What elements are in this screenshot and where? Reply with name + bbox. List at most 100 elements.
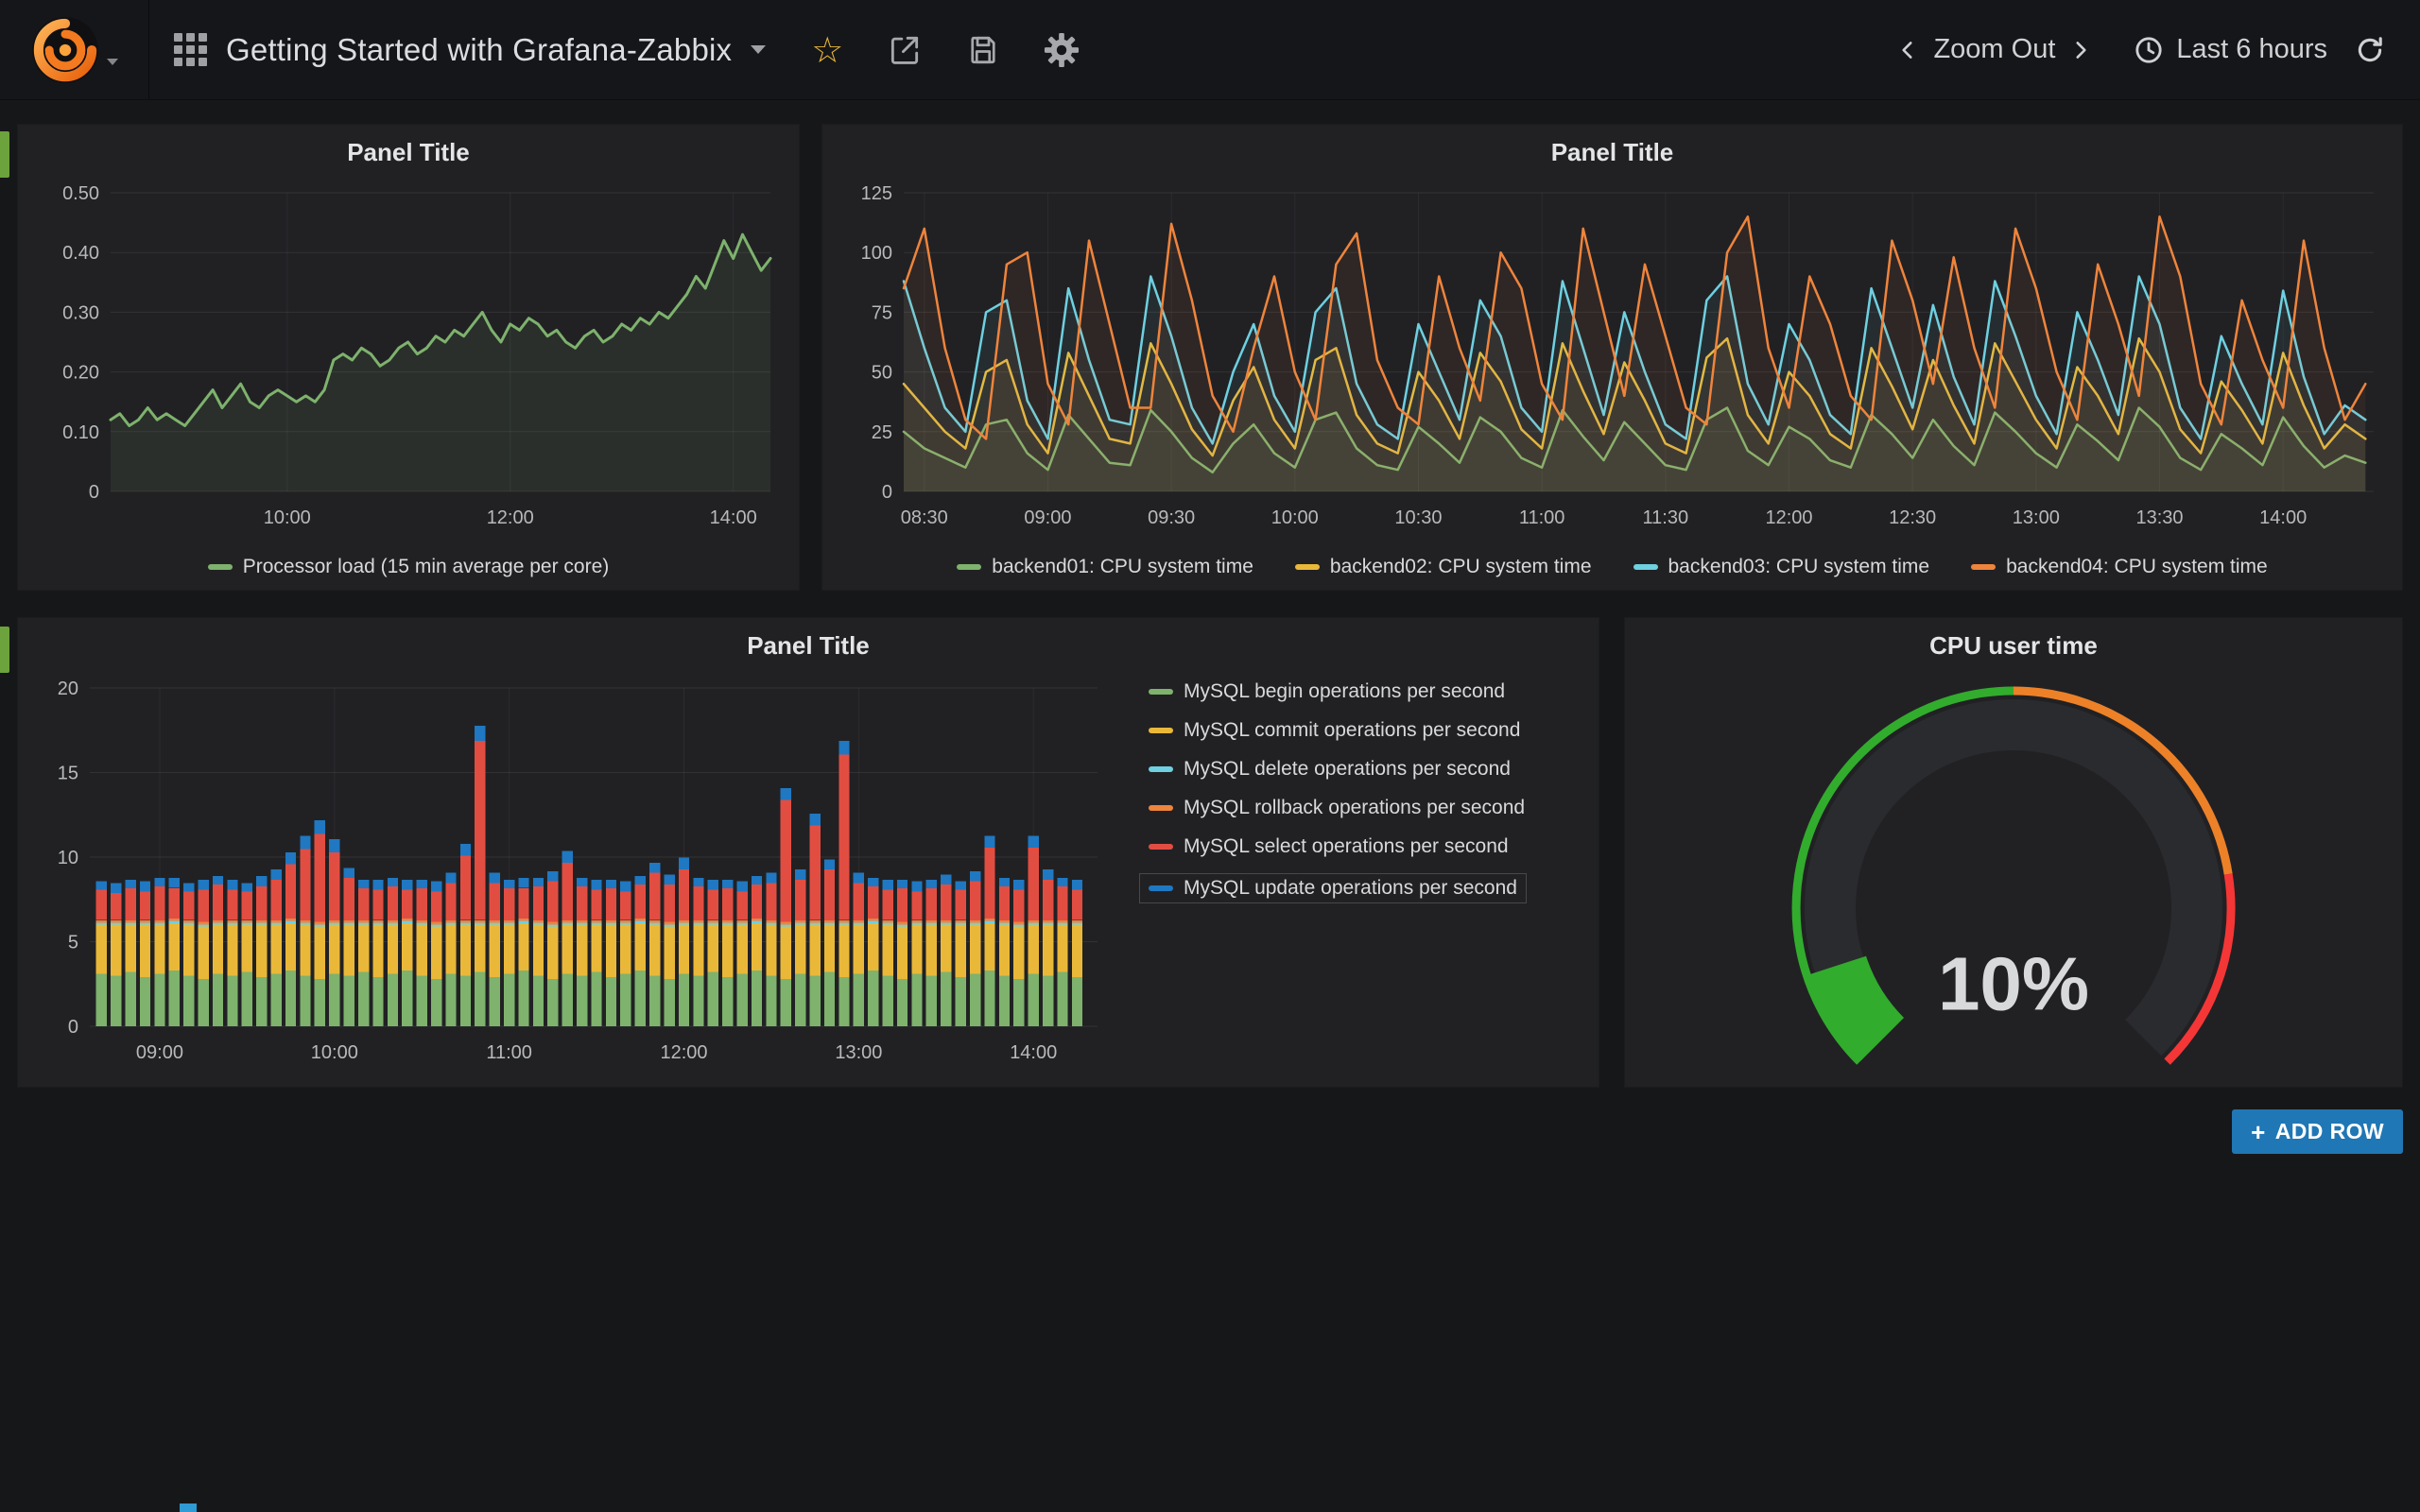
svg-text:75: 75	[872, 302, 892, 323]
legend-item[interactable]: backend02: CPU system time	[1295, 556, 1592, 578]
navbar: Getting Started with Grafana-Zabbix ☆	[0, 0, 2420, 100]
svg-text:13:30: 13:30	[2135, 507, 2183, 528]
svg-text:10:30: 10:30	[1394, 507, 1442, 528]
dashboard-grid-icon	[174, 33, 207, 66]
panel-title[interactable]: Panel Title	[822, 125, 2402, 180]
legend-color-swatch	[1149, 805, 1173, 811]
settings-button[interactable]	[1044, 32, 1080, 68]
row-collapse-handle[interactable]	[0, 131, 9, 178]
star-button[interactable]: ☆	[811, 32, 843, 68]
caret-down-icon	[107, 59, 118, 65]
svg-text:12:00: 12:00	[660, 1042, 707, 1063]
legend-color-swatch	[1149, 689, 1173, 695]
legend-item[interactable]: MySQL begin operations per second	[1149, 680, 1576, 703]
svg-text:0: 0	[89, 482, 99, 503]
svg-text:14:00: 14:00	[710, 507, 757, 528]
svg-text:100: 100	[861, 243, 892, 264]
panel-cpu-system-time: Panel Title 025507510012508:3009:0009:30…	[821, 124, 2403, 591]
svg-text:12:00: 12:00	[1765, 507, 1812, 528]
legend-label: MySQL delete operations per second	[1184, 758, 1511, 781]
panel-title[interactable]: Panel Title	[18, 618, 1599, 673]
zoom-out-button[interactable]: Zoom Out	[1933, 34, 2055, 65]
legend-item[interactable]: backend04: CPU system time	[1971, 556, 2268, 578]
svg-text:10:00: 10:00	[311, 1042, 358, 1063]
legend-item[interactable]: MySQL commit operations per second	[1149, 719, 1576, 742]
panel-mysql-operations: Panel Title 0510152009:0010:0011:0012:00…	[17, 617, 1599, 1088]
svg-text:13:00: 13:00	[835, 1042, 882, 1063]
grafana-logo-icon	[31, 16, 99, 84]
row-collapse-handle[interactable]	[0, 627, 9, 673]
bottom-edge-artifact	[180, 1503, 197, 1512]
share-button[interactable]	[887, 32, 923, 68]
chevron-right-button[interactable]	[2068, 34, 2093, 66]
chart-legend: backend01: CPU system time backend02: CPU…	[822, 556, 2402, 578]
cpu-system-time-chart[interactable]: 025507510012508:3009:0009:3010:0010:3011…	[832, 180, 2393, 539]
legend-label: MySQL rollback operations per second	[1184, 797, 1525, 819]
svg-text:09:00: 09:00	[136, 1042, 183, 1063]
svg-text:0.40: 0.40	[62, 243, 99, 264]
caret-down-icon	[751, 45, 766, 54]
legend-item[interactable]: Processor load (15 min average per core)	[208, 556, 610, 578]
chart-legend: Processor load (15 min average per core)	[18, 556, 799, 578]
svg-text:12:00: 12:00	[487, 507, 534, 528]
legend-color-swatch	[1149, 728, 1173, 733]
panel-processor-load: Panel Title 00.100.200.300.400.5010:0012…	[17, 124, 800, 591]
share-icon	[887, 32, 923, 68]
panel-title[interactable]: Panel Title	[18, 125, 799, 180]
cpu-user-time-gauge: 10%	[1625, 673, 2402, 1089]
legend-color-swatch	[208, 564, 233, 570]
gear-icon	[1044, 32, 1080, 68]
legend-color-swatch	[1149, 766, 1173, 772]
time-picker-button[interactable]: Last 6 hours	[2133, 34, 2327, 66]
dashboard-area: Panel Title 00.100.200.300.400.5010:0012…	[0, 100, 2420, 1512]
chevron-left-icon	[1895, 34, 1920, 66]
legend-item[interactable]: MySQL update operations per second	[1140, 874, 1526, 902]
add-row-label: ADD ROW	[2275, 1119, 2384, 1144]
legend-label: MySQL update operations per second	[1184, 877, 1517, 900]
svg-text:10: 10	[58, 848, 78, 868]
save-icon	[966, 33, 1000, 67]
svg-text:10%: 10%	[1938, 942, 2089, 1026]
add-row-button[interactable]: + ADD ROW	[2232, 1109, 2403, 1154]
time-range-label: Last 6 hours	[2176, 34, 2327, 65]
dashboard-title: Getting Started with Grafana-Zabbix	[226, 32, 732, 68]
chevron-left-button[interactable]	[1895, 34, 1920, 66]
legend-label: backend03: CPU system time	[1668, 556, 1930, 578]
legend-item[interactable]: backend03: CPU system time	[1634, 556, 1930, 578]
svg-text:09:30: 09:30	[1148, 507, 1195, 528]
svg-text:09:00: 09:00	[1024, 507, 1071, 528]
legend-label: MySQL select operations per second	[1184, 835, 1509, 858]
svg-text:0.30: 0.30	[62, 302, 99, 323]
legend-item[interactable]: MySQL delete operations per second	[1149, 758, 1576, 781]
save-button[interactable]	[966, 33, 1000, 67]
svg-text:13:00: 13:00	[2013, 507, 2060, 528]
legend-item[interactable]: MySQL select operations per second	[1149, 835, 1576, 858]
panel-cpu-user-time: CPU user time 10%	[1624, 617, 2403, 1088]
panel-title[interactable]: CPU user time	[1625, 618, 2402, 673]
svg-text:125: 125	[861, 183, 892, 204]
dashboard-title-button[interactable]: Getting Started with Grafana-Zabbix	[174, 32, 766, 68]
svg-text:10:00: 10:00	[1271, 507, 1319, 528]
svg-text:08:30: 08:30	[901, 507, 948, 528]
legend-color-swatch	[957, 564, 981, 570]
svg-text:0.50: 0.50	[62, 183, 99, 204]
legend-color-swatch	[1634, 564, 1658, 570]
grafana-logo-button[interactable]	[0, 0, 149, 99]
refresh-button[interactable]	[2354, 34, 2386, 66]
svg-text:11:30: 11:30	[1643, 507, 1689, 528]
svg-text:14:00: 14:00	[2259, 507, 2307, 528]
clock-icon	[2133, 34, 2165, 66]
processor-load-chart[interactable]: 00.100.200.300.400.5010:0012:0014:00	[27, 180, 789, 539]
svg-text:15: 15	[58, 764, 78, 784]
svg-text:0.10: 0.10	[62, 422, 99, 443]
legend-color-swatch	[1149, 844, 1173, 850]
svg-text:20: 20	[58, 679, 78, 699]
legend-item[interactable]: backend01: CPU system time	[957, 556, 1253, 578]
svg-text:11:00: 11:00	[486, 1042, 532, 1063]
mysql-operations-chart[interactable]: 0510152009:0010:0011:0012:0013:0014:00	[31, 673, 1109, 1074]
legend-label: backend02: CPU system time	[1330, 556, 1592, 578]
legend-item[interactable]: MySQL rollback operations per second	[1149, 797, 1576, 819]
svg-text:0: 0	[68, 1017, 78, 1038]
legend-color-swatch	[1971, 564, 1996, 570]
chevron-right-icon	[2068, 34, 2093, 66]
